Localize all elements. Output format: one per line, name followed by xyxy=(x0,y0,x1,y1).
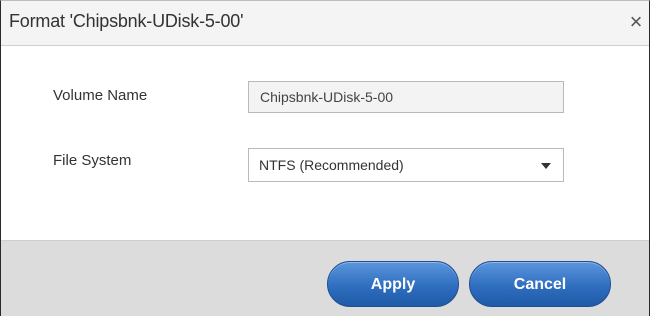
dialog-titlebar: Format 'Chipsbnk-UDisk-5-00' × xyxy=(1,1,649,46)
file-system-select[interactable]: NTFS (Recommended) xyxy=(248,148,564,182)
dialog-footer: Apply Cancel xyxy=(1,240,649,316)
volume-name-label: Volume Name xyxy=(53,87,148,104)
dialog-body: Volume Name File System NTFS (Recommende… xyxy=(1,46,649,240)
chevron-down-icon[interactable] xyxy=(541,163,551,169)
cancel-button[interactable]: Cancel xyxy=(469,261,611,307)
dialog-title: Format 'Chipsbnk-UDisk-5-00' xyxy=(9,11,244,31)
file-system-label: File System xyxy=(53,152,132,169)
format-dialog: Format 'Chipsbnk-UDisk-5-00' × Volume Na… xyxy=(0,0,650,316)
volume-name-input[interactable] xyxy=(248,81,564,113)
file-system-selected-value: NTFS (Recommended) xyxy=(259,157,404,173)
close-icon[interactable]: × xyxy=(623,9,649,35)
apply-button[interactable]: Apply xyxy=(327,261,459,307)
